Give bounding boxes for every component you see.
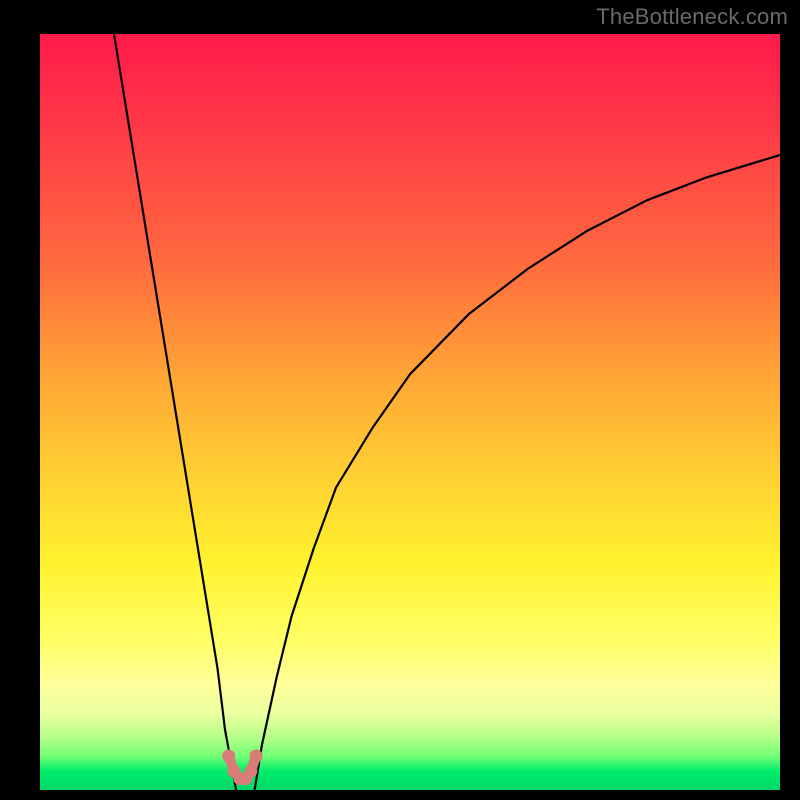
marker-dot — [244, 765, 257, 778]
curve-left-branch — [114, 34, 236, 790]
chart-svg — [40, 34, 780, 790]
marker-dot — [222, 750, 235, 763]
watermark-text: TheBottleneck.com — [596, 4, 788, 30]
curve-right-branch — [255, 155, 780, 790]
marker-dot — [250, 750, 263, 763]
chart-frame: TheBottleneck.com — [0, 0, 800, 800]
plot-area — [40, 34, 780, 790]
